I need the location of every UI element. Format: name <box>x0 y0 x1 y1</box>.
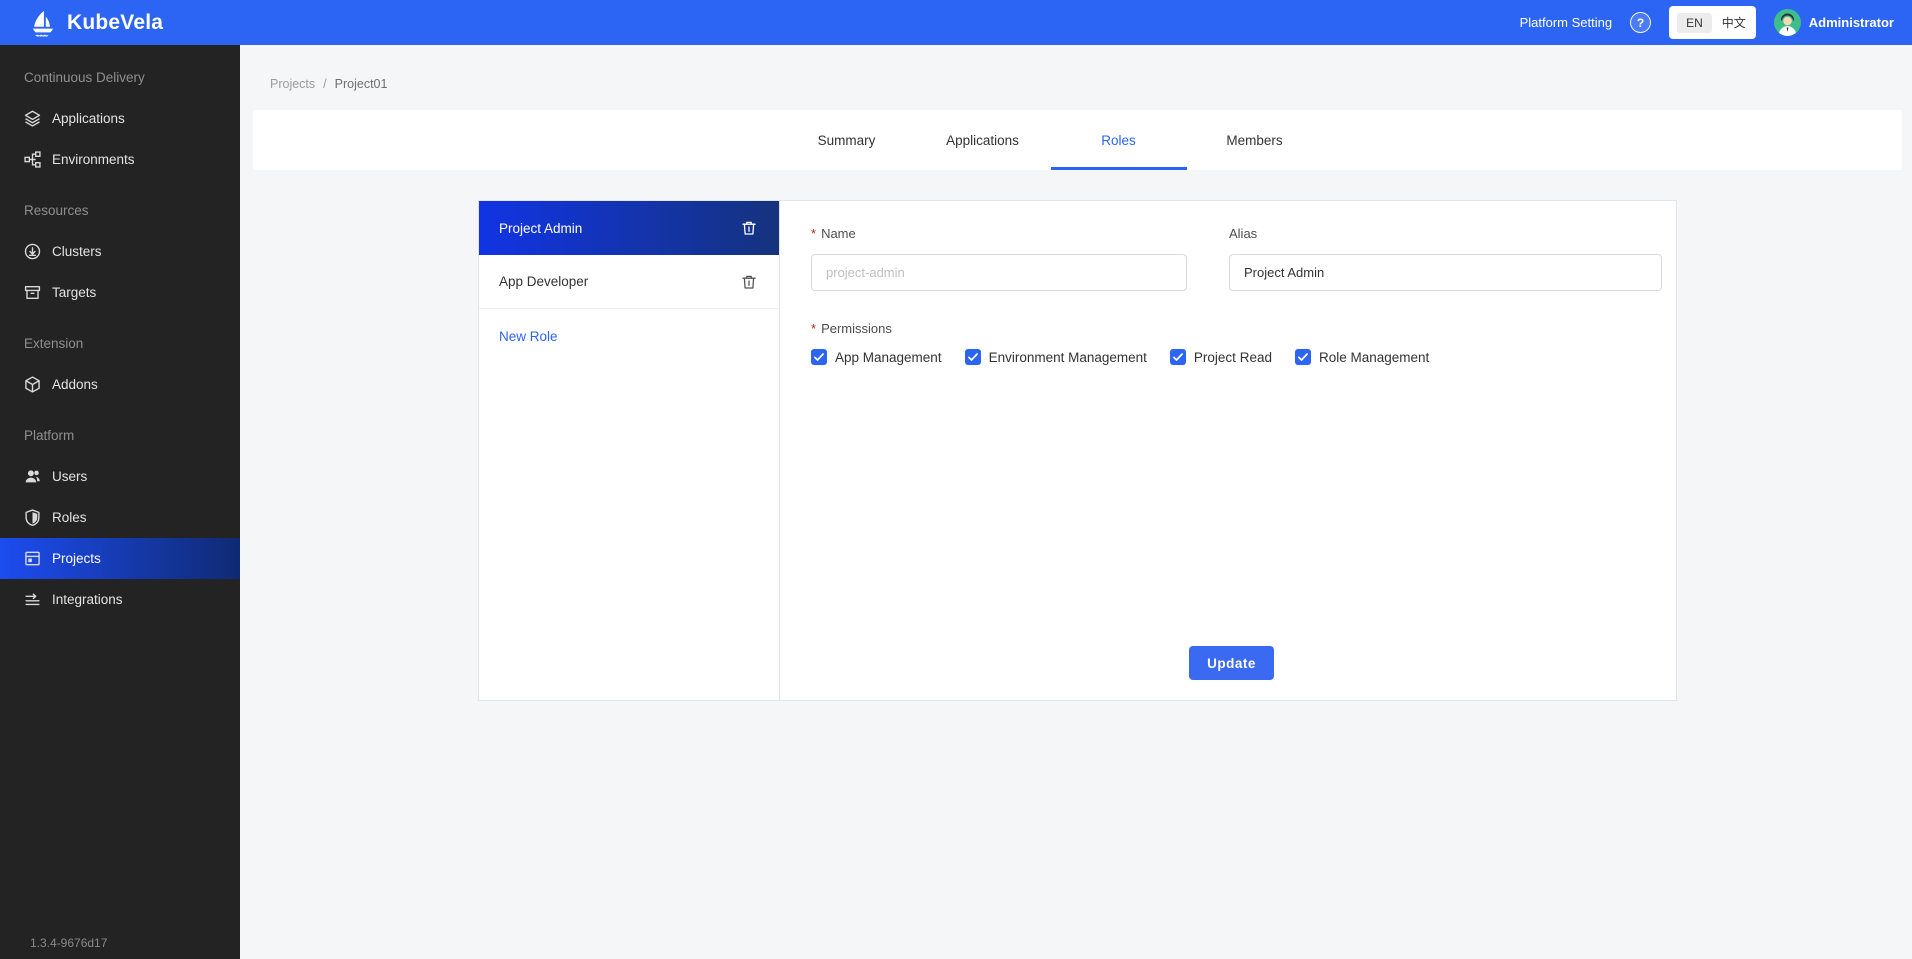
permission-app-management[interactable]: App Management <box>811 349 942 365</box>
sidebar-item-roles[interactable]: Roles <box>0 497 240 538</box>
layers-icon <box>24 110 41 127</box>
lines-icon <box>24 591 41 608</box>
checkbox-checked-icon[interactable] <box>1170 349 1186 365</box>
role-name: App Developer <box>499 274 588 289</box>
alias-input[interactable] <box>1229 254 1662 291</box>
roles-card: Project Admin App Developer <box>478 200 1677 701</box>
sidebar-group-title: Extension <box>0 323 240 364</box>
sidebar-item-users[interactable]: Users <box>0 456 240 497</box>
topbar: KubeVela Platform Setting ? EN 中文 Adminis… <box>0 0 1912 45</box>
tab-roles[interactable]: Roles <box>1051 110 1187 170</box>
sidebar-item-clusters[interactable]: Clusters <box>0 231 240 272</box>
checkbox-checked-icon[interactable] <box>965 349 981 365</box>
permission-project-read[interactable]: Project Read <box>1170 349 1272 365</box>
users-icon <box>24 468 41 485</box>
brand[interactable]: KubeVela <box>28 8 163 38</box>
environments-icon <box>24 151 41 168</box>
sidebar-item-label: Addons <box>52 377 98 392</box>
role-form: * Name Alias * Permissions App Managemen… <box>780 201 1676 700</box>
tabs: Summary Applications Roles Members <box>779 110 1323 170</box>
sidebar-item-projects[interactable]: Projects <box>0 538 240 579</box>
new-role-button[interactable]: New Role <box>479 309 779 363</box>
username: Administrator <box>1809 15 1894 30</box>
role-name: Project Admin <box>499 221 582 236</box>
help-icon[interactable]: ? <box>1630 12 1651 33</box>
shield-icon <box>24 509 41 526</box>
tab-summary[interactable]: Summary <box>779 110 915 170</box>
sidebar-item-label: Roles <box>52 510 87 525</box>
name-field-label: * Name <box>811 226 856 241</box>
sidebar-item-label: Targets <box>52 285 96 300</box>
archive-icon <box>24 284 41 301</box>
sidebar-group-title: Platform <box>0 415 240 456</box>
sidebar-group-resources: Resources Clusters Targets <box>0 190 240 313</box>
permission-label: App Management <box>835 350 942 365</box>
topbar-right: Platform Setting ? EN 中文 Administrator <box>1520 6 1894 39</box>
tab-members[interactable]: Members <box>1187 110 1323 170</box>
platform-setting-link[interactable]: Platform Setting <box>1520 15 1613 30</box>
sidebar-item-label: Integrations <box>52 592 123 607</box>
role-item-project-admin[interactable]: Project Admin <box>479 201 779 255</box>
version-label: 1.3.4-9676d17 <box>30 936 107 950</box>
sidebar-item-addons[interactable]: Addons <box>0 364 240 405</box>
sidebar-item-environments[interactable]: Environments <box>0 139 240 180</box>
lang-en-button[interactable]: EN <box>1677 13 1712 33</box>
sidebar-item-label: Projects <box>52 551 101 566</box>
delete-role-icon[interactable] <box>741 220 757 236</box>
permission-label: Role Management <box>1319 350 1429 365</box>
permission-role-management[interactable]: Role Management <box>1295 349 1429 365</box>
permission-environment-management[interactable]: Environment Management <box>965 349 1147 365</box>
sidebar-group-continuous-delivery: Continuous Delivery Applications <box>0 57 240 180</box>
cloud-download-icon <box>24 243 41 260</box>
required-marker: * <box>811 321 816 336</box>
sidebar-item-label: Applications <box>52 111 125 126</box>
kubevela-logo-icon <box>28 8 58 38</box>
delete-role-icon[interactable] <box>741 274 757 290</box>
sidebar-item-applications[interactable]: Applications <box>0 98 240 139</box>
language-switch: EN 中文 <box>1669 6 1756 39</box>
tab-applications[interactable]: Applications <box>915 110 1051 170</box>
breadcrumb-projects[interactable]: Projects <box>270 77 315 91</box>
breadcrumb-current: Project01 <box>335 77 388 91</box>
breadcrumb: Projects / Project01 <box>270 77 387 91</box>
checkbox-checked-icon[interactable] <box>811 349 827 365</box>
required-marker: * <box>811 226 816 241</box>
alias-field-label: Alias <box>1229 226 1257 241</box>
sidebar-group-title: Continuous Delivery <box>0 57 240 98</box>
permission-label: Project Read <box>1194 350 1272 365</box>
sidebar-item-label: Users <box>52 469 87 484</box>
sidebar-group-extension: Extension Addons <box>0 323 240 405</box>
layout-icon <box>24 550 41 567</box>
permissions-row: App Management Environment Management Pr… <box>811 349 1429 365</box>
sidebar-group-platform: Platform Users Roles <box>0 415 240 620</box>
cube-icon <box>24 376 41 393</box>
sidebar-item-label: Clusters <box>52 244 102 259</box>
sidebar: Continuous Delivery Applications <box>0 45 240 959</box>
permission-label: Environment Management <box>989 350 1147 365</box>
sidebar-item-label: Environments <box>52 152 135 167</box>
breadcrumb-separator: / <box>323 77 326 91</box>
roles-list: Project Admin App Developer <box>479 201 780 700</box>
lang-zh-button[interactable]: 中文 <box>1720 11 1748 34</box>
name-input[interactable] <box>811 254 1187 291</box>
sidebar-group-title: Resources <box>0 190 240 231</box>
brand-name: KubeVela <box>67 11 163 35</box>
user-menu[interactable]: Administrator <box>1774 9 1894 36</box>
sidebar-item-integrations[interactable]: Integrations <box>0 579 240 620</box>
sidebar-item-targets[interactable]: Targets <box>0 272 240 313</box>
update-button[interactable]: Update <box>1189 646 1274 680</box>
project-tabbar: Summary Applications Roles Members <box>253 110 1902 170</box>
avatar <box>1774 9 1801 36</box>
role-item-app-developer[interactable]: App Developer <box>479 255 779 309</box>
checkbox-checked-icon[interactable] <box>1295 349 1311 365</box>
permissions-label: * Permissions <box>811 321 892 336</box>
